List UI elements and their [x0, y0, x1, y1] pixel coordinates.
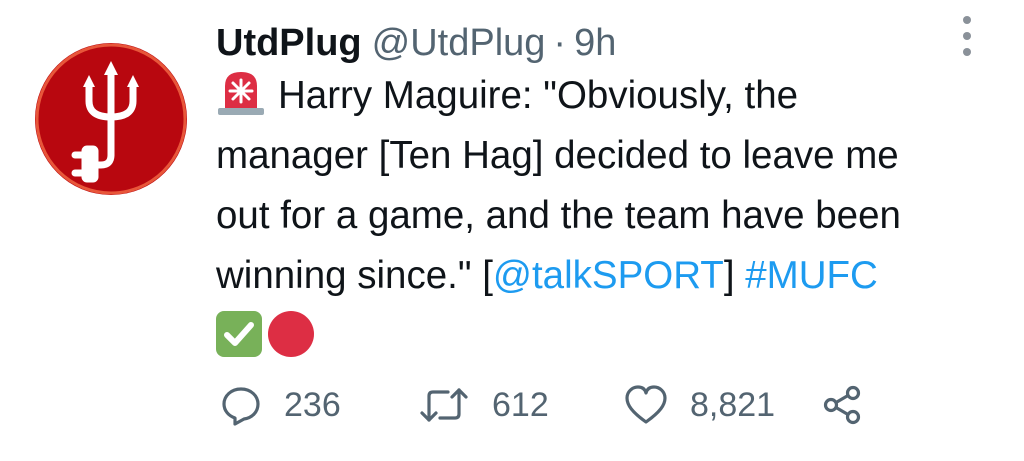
heart-icon: [625, 385, 667, 424]
tweet-text-segment: winning since." [: [216, 254, 493, 297]
trident-plug-icon: [35, 43, 187, 195]
check-mark-emoji: [216, 310, 262, 357]
tweet-text-line: winning since." [@talkSPORT] #MUFC: [216, 246, 996, 306]
more-dot: [963, 32, 971, 40]
hashtag-link[interactable]: #MUFC: [745, 254, 878, 297]
red-circle-emoji: [268, 310, 314, 357]
more-options-icon[interactable]: [958, 16, 976, 56]
avatar[interactable]: [35, 43, 187, 195]
like-count: 8,821: [690, 385, 776, 424]
tweet-actions: 236 612 8,821: [216, 380, 916, 430]
tweet-text-line: Harry Maguire: "Obviously, the: [216, 66, 996, 126]
separator-dot: ·: [553, 22, 567, 64]
tweet-timestamp[interactable]: 9h: [574, 18, 616, 68]
tweet-text: Harry Maguire: "Obviously, the manager […: [216, 66, 996, 366]
tweet-text-segment: out for a game, and the team have been: [216, 194, 901, 237]
user-handle[interactable]: @UtdPlug: [372, 18, 546, 68]
tweet-emoji-line: [216, 306, 996, 366]
siren-emoji: [218, 71, 264, 115]
tweet-text-segment: Harry Maguire: "Obviously, the: [278, 74, 799, 117]
like-button[interactable]: 8,821: [624, 380, 775, 430]
reply-count: 236: [284, 385, 341, 424]
tweet-text-segment: ]: [723, 254, 746, 297]
more-dot: [963, 16, 971, 24]
more-dot: [963, 48, 971, 56]
reply-icon: [222, 387, 260, 426]
retweet-count: 612: [492, 385, 549, 424]
tweet-header: UtdPlug @UtdPlug · 9h: [216, 18, 616, 68]
mention-link[interactable]: @talkSPORT: [493, 254, 724, 297]
reply-button[interactable]: 236: [220, 380, 341, 430]
tweet-text-line: out for a game, and the team have been: [216, 186, 996, 246]
retweet-button[interactable]: 612: [418, 380, 549, 430]
share-icon: [823, 385, 861, 425]
retweet-icon: [420, 388, 468, 422]
display-name[interactable]: UtdPlug: [216, 18, 362, 68]
share-button[interactable]: [822, 380, 862, 430]
tweet-text-segment: manager [Ten Hag] decided to leave me: [216, 134, 899, 177]
tweet-text-line: manager [Ten Hag] decided to leave me: [216, 126, 996, 186]
